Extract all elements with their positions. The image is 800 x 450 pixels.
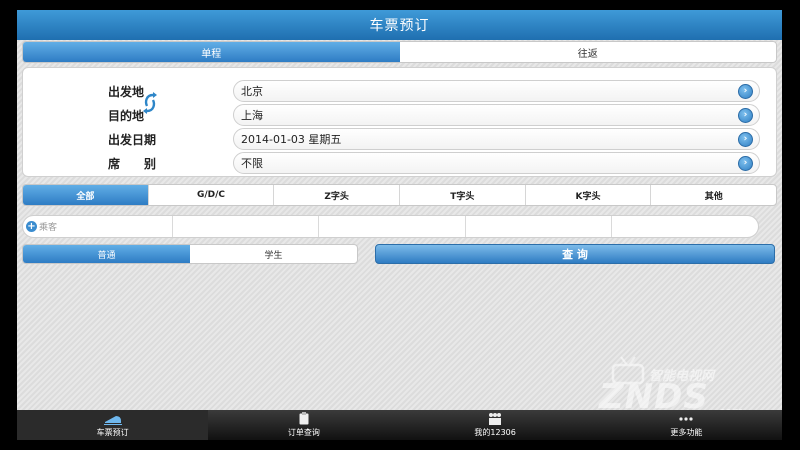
chevron-right-icon[interactable]: › [738, 108, 753, 123]
nav-order-query[interactable]: 订单查询 [208, 410, 399, 440]
passenger-slot[interactable] [611, 216, 758, 237]
date-value: 2014-01-03 星期五 [241, 133, 342, 146]
tab-one-way[interactable]: 单程 [23, 42, 400, 62]
seat-field[interactable]: 不限 › [233, 152, 760, 174]
nav-ticket-booking[interactable]: 车票预订 [17, 410, 209, 440]
chevron-right-icon[interactable]: › [738, 156, 753, 171]
add-passenger-label: 乘客 [39, 223, 58, 233]
train-icon [103, 412, 122, 425]
tab-gdc-trains[interactable]: G/D/C [147, 185, 274, 205]
nav-label: 我的12306 [474, 428, 516, 437]
tab-all-trains[interactable]: 全部 [23, 185, 148, 205]
departure-value: 北京 [241, 85, 263, 98]
destination-label: 目的地 [108, 109, 145, 123]
tab-other-trains[interactable]: 其他 [650, 185, 776, 205]
seat-label: 席 别 [108, 157, 157, 171]
departure-field[interactable]: 北京 › [233, 80, 760, 102]
seat-row: 席 别 不限 › [23, 152, 778, 174]
departure-label: 出发地 [108, 85, 145, 99]
nav-label: 订单查询 [287, 428, 320, 437]
passenger-slot[interactable] [464, 216, 612, 237]
nav-my-12306[interactable]: 我的12306 [400, 410, 591, 440]
date-row: 出发日期 2014-01-03 星期五 › [23, 128, 778, 150]
query-button[interactable]: 查 询 [375, 244, 775, 264]
destination-value: 上海 [241, 109, 263, 122]
tab-regular-ticket[interactable]: 普通 [23, 245, 190, 263]
tab-t-trains[interactable]: T字头 [399, 185, 525, 205]
bottom-nav: 车票预订 订单查询 我的12306 更多功能 [17, 410, 782, 440]
date-field[interactable]: 2014-01-03 星期五 › [233, 128, 760, 150]
train-type-tabs: 全部 G/D/C Z字头 T字头 K字头 其他 [22, 184, 777, 206]
date-label: 出发日期 [108, 133, 157, 147]
passenger-selector: + 乘客 [22, 215, 759, 238]
trip-type-tabs: 单程 往返 [22, 41, 777, 63]
tab-k-trains[interactable]: K字头 [524, 185, 651, 205]
clipboard-icon [299, 412, 309, 425]
destination-field[interactable]: 上海 › [233, 104, 760, 126]
add-passenger-button[interactable]: + 乘客 [23, 216, 172, 237]
app-window: 车票预订 单程 往返 出发地 北京 › 目的地 上海 › 出发日期 2014-0… [17, 10, 782, 440]
nav-label: 车票预订 [96, 428, 129, 437]
search-form: 出发地 北京 › 目的地 上海 › 出发日期 2014-01-03 星期五 › … [22, 67, 777, 177]
tab-round-trip[interactable]: 往返 [400, 42, 777, 62]
tab-student-ticket[interactable]: 学生 [190, 245, 357, 263]
more-dots-icon [679, 412, 693, 425]
nav-label: 更多功能 [670, 428, 703, 437]
people-icon [488, 412, 502, 425]
chevron-right-icon[interactable]: › [738, 84, 753, 99]
chevron-right-icon[interactable]: › [738, 132, 753, 147]
seat-value: 不限 [241, 157, 263, 170]
page-title: 车票预订 [17, 10, 782, 40]
nav-more-functions[interactable]: 更多功能 [591, 410, 782, 440]
passenger-slot[interactable] [171, 216, 319, 237]
destination-row: 目的地 上海 › [23, 104, 778, 126]
add-icon: + [26, 221, 37, 232]
passenger-slot[interactable] [318, 216, 465, 237]
tab-z-trains[interactable]: Z字头 [273, 185, 399, 205]
ticket-type-tabs: 普通 学生 [22, 244, 358, 264]
departure-row: 出发地 北京 › [23, 80, 778, 102]
